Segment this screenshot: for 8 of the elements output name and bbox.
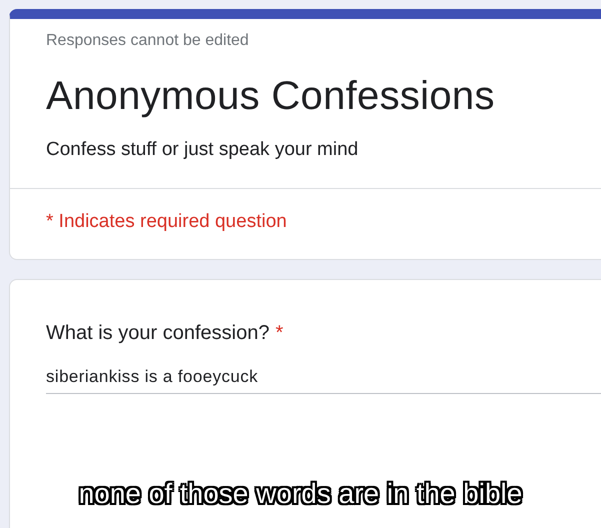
edit-notice: Responses cannot be edited <box>46 31 249 50</box>
required-note: * Indicates required question <box>46 211 287 233</box>
form-description: Confess stuff or just speak your mind <box>46 139 358 161</box>
question-text: What is your confession? <box>46 322 270 345</box>
meme-caption: none of those words are in the bible <box>78 478 522 510</box>
required-asterisk: * <box>275 322 284 345</box>
form-title: Anonymous Confessions <box>46 74 495 119</box>
answer-field[interactable]: siberiankiss is a fooeycuck <box>46 367 601 394</box>
